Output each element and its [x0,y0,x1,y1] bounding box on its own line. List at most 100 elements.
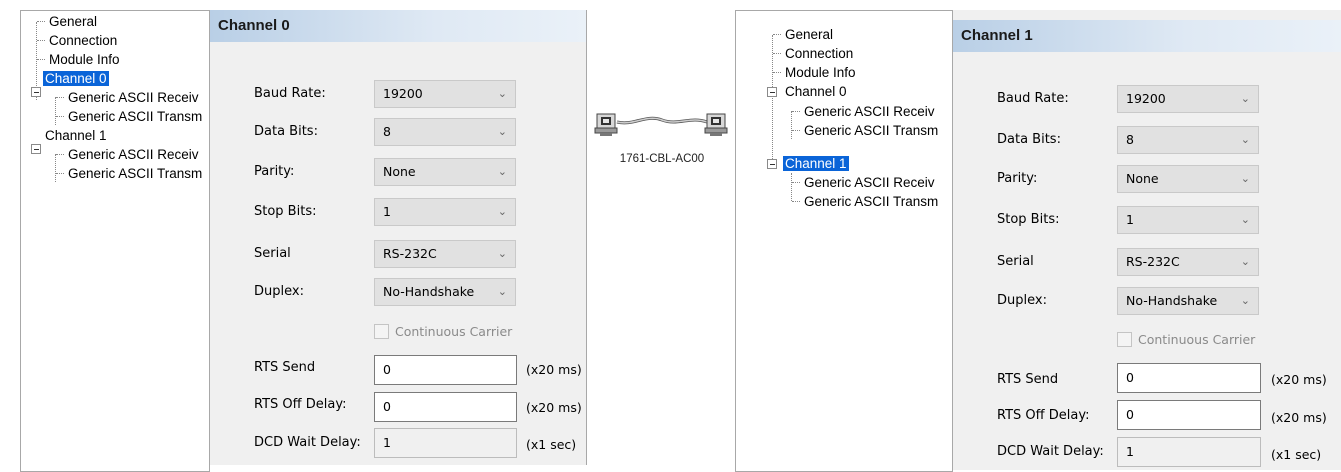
baud-rate-label: Baud Rate: [254,86,326,101]
panel-border [586,10,587,465]
baud-rate-select[interactable]: 19200 ⌄ [1117,85,1259,113]
duplex-select[interactable]: No-Handshake ⌄ [1117,287,1259,315]
chevron-down-icon: ⌄ [1240,172,1250,185]
stop-bits-label: Stop Bits: [997,212,1060,227]
module-tree: General Connection Module Info Channel 0… [20,10,210,472]
duplex-label: Duplex: [254,284,304,299]
parity-value: None [383,164,416,179]
tree-item-channel1-transmit[interactable]: Generic ASCII Transm [802,194,940,209]
continuous-carrier-label: Continuous Carrier [395,324,513,339]
serial-value: RS-232C [1126,254,1180,269]
rts-off-delay-unit: (x20 ms) [526,400,582,415]
baud-rate-value: 19200 [1126,91,1166,106]
tree-item-channel-0[interactable]: Channel 0 [43,71,109,86]
rts-off-delay-unit: (x20 ms) [1271,410,1327,425]
minus-box-icon[interactable] [767,87,777,97]
parity-value: None [1126,171,1159,186]
rts-off-delay-input[interactable]: 0 [1117,400,1261,430]
tree-item-general[interactable]: General [47,14,99,29]
data-bits-label: Data Bits: [997,132,1061,147]
rts-off-delay-label: RTS Off Delay: [997,408,1090,423]
chevron-down-icon: ⌄ [1240,255,1250,268]
tree-item-channel1-receive[interactable]: Generic ASCII Receiv [66,147,201,162]
tree-item-connection[interactable]: Connection [783,46,855,61]
duplex-value: No-Handshake [383,284,475,299]
module-tree: General Connection Module Info Channel 0… [735,10,953,472]
continuous-carrier-checkbox[interactable]: Continuous Carrier [1117,330,1255,350]
checkbox-icon [1117,332,1132,347]
tree-item-channel-1[interactable]: Channel 1 [43,128,109,143]
duplex-label: Duplex: [997,293,1047,308]
dcd-wait-delay-label: DCD Wait Delay: [254,435,361,450]
continuous-carrier-label: Continuous Carrier [1138,332,1256,347]
rts-send-input[interactable]: 0 [374,355,517,385]
tree-item-channel1-receive[interactable]: Generic ASCII Receiv [802,175,937,190]
dcd-wait-delay-unit: (x1 sec) [1271,447,1322,462]
page-title: Channel 0 [210,10,586,42]
checkbox-icon [374,324,389,339]
parity-select[interactable]: None ⌄ [374,158,516,186]
baud-rate-value: 19200 [383,86,423,101]
dcd-wait-delay-input[interactable]: 1 [1117,437,1261,467]
stop-bits-label: Stop Bits: [254,204,317,219]
tree-item-channel0-transmit[interactable]: Generic ASCII Transm [802,123,940,138]
stop-bits-value: 1 [1126,212,1134,227]
chevron-down-icon: ⌄ [1240,294,1250,307]
parity-label: Parity: [997,171,1038,186]
tree-item-channel-0[interactable]: Channel 0 [783,84,849,99]
cable-label: 1761-CBL-AC00 [619,153,705,165]
serial-cable-icon [594,113,728,136]
connector-right [704,113,728,136]
serial-label: Serial [997,254,1034,269]
tree-item-channel0-transmit[interactable]: Generic ASCII Transm [66,109,204,124]
serial-label: Serial [254,246,291,261]
baud-rate-select[interactable]: 19200 ⌄ [374,80,516,108]
tree-item-channel-1[interactable]: Channel 1 [783,156,849,171]
data-bits-select[interactable]: 8 ⌄ [374,118,516,146]
stop-bits-select[interactable]: 1 ⌄ [1117,206,1259,234]
data-bits-label: Data Bits: [254,124,318,139]
tree-item-channel0-receive[interactable]: Generic ASCII Receiv [802,104,937,119]
tree-item-channel0-receive[interactable]: Generic ASCII Receiv [66,90,201,105]
minus-box-icon[interactable] [31,144,41,154]
minus-box-icon[interactable] [31,87,41,97]
chevron-down-icon: ⌄ [497,285,507,298]
chevron-down-icon: ⌄ [497,87,507,100]
chevron-down-icon: ⌄ [1240,92,1250,105]
stop-bits-value: 1 [383,204,391,219]
tree-item-module-info[interactable]: Module Info [783,65,858,80]
data-bits-value: 8 [383,124,391,139]
chevron-down-icon: ⌄ [497,205,507,218]
parity-select[interactable]: None ⌄ [1117,165,1259,193]
data-bits-value: 8 [1126,132,1134,147]
chevron-down-icon: ⌄ [497,125,507,138]
tree-item-channel1-transmit[interactable]: Generic ASCII Transm [66,166,204,181]
parity-label: Parity: [254,164,295,179]
minus-box-icon[interactable] [767,159,777,169]
dcd-wait-delay-input[interactable]: 1 [374,428,517,458]
rts-off-delay-input[interactable]: 0 [374,392,517,422]
tree-item-connection[interactable]: Connection [47,33,119,48]
chevron-down-icon: ⌄ [1240,213,1250,226]
rts-send-input[interactable]: 0 [1117,363,1261,393]
rts-off-delay-label: RTS Off Delay: [254,397,347,412]
serial-select[interactable]: RS-232C ⌄ [1117,248,1259,276]
tree-item-general[interactable]: General [783,27,835,42]
right-panel: General Connection Module Info Channel 0… [735,0,1341,472]
rts-send-label: RTS Send [254,360,316,375]
tree-item-module-info[interactable]: Module Info [47,52,122,67]
duplex-value: No-Handshake [1126,293,1218,308]
chevron-down-icon: ⌄ [497,165,507,178]
connector-left [594,113,618,136]
chevron-down-icon: ⌄ [1240,133,1250,146]
serial-value: RS-232C [383,246,437,261]
data-bits-select[interactable]: 8 ⌄ [1117,126,1259,154]
stop-bits-select[interactable]: 1 ⌄ [374,198,516,226]
dcd-wait-delay-unit: (x1 sec) [526,437,577,452]
serial-select[interactable]: RS-232C ⌄ [374,240,516,268]
duplex-select[interactable]: No-Handshake ⌄ [374,278,516,306]
channel-settings-form: Channel 0 Baud Rate: 19200 ⌄ Data Bits: 8… [210,10,586,465]
rts-send-unit: (x20 ms) [526,362,582,377]
rts-send-label: RTS Send [997,372,1059,387]
continuous-carrier-checkbox[interactable]: Continuous Carrier [374,322,512,342]
